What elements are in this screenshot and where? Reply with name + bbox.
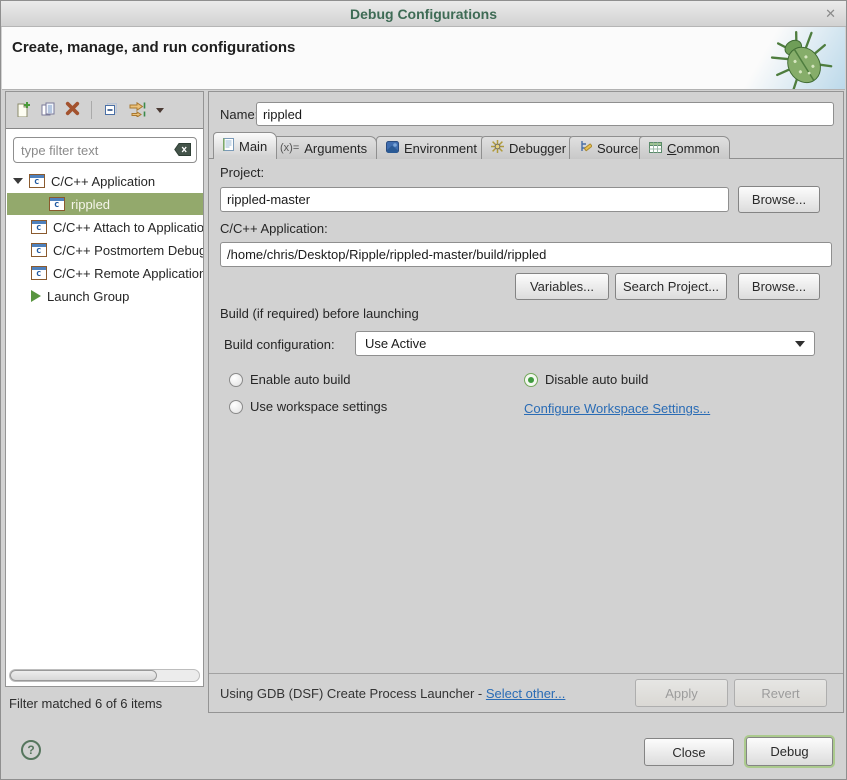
revert-button[interactable]: Revert — [734, 679, 827, 707]
select-other-link[interactable]: Select other... — [486, 686, 566, 701]
environment-tab-icon — [386, 141, 399, 156]
title-bar: Debug Configurations ✕ — [1, 1, 846, 27]
c-application-icon: c — [31, 243, 47, 257]
tree-item-launch-group[interactable]: Launch Group — [7, 285, 203, 307]
application-label: C/C++ Application: — [220, 221, 328, 236]
tab-common[interactable]: Common — [639, 136, 730, 159]
source-tab-icon — [579, 140, 592, 156]
horizontal-scrollbar[interactable] — [9, 669, 200, 682]
tree-item-rippled[interactable]: c rippled — [7, 193, 203, 215]
launch-group-icon — [31, 290, 41, 302]
new-configuration-icon[interactable] — [15, 101, 31, 120]
tab-arguments[interactable]: (x)= Arguments — [270, 136, 377, 159]
search-project-button[interactable]: Search Project... — [615, 273, 727, 300]
arguments-tab-icon: (x)= — [280, 142, 299, 154]
debug-button[interactable]: Debug — [746, 737, 833, 766]
scrollbar-thumb[interactable] — [10, 670, 157, 681]
c-application-icon: c — [29, 174, 45, 188]
expander-down-icon[interactable] — [13, 178, 23, 184]
duplicate-configuration-icon[interactable] — [40, 101, 56, 120]
enable-auto-build-radio[interactable]: Enable auto build — [229, 372, 350, 387]
delete-configuration-icon[interactable] — [65, 101, 80, 119]
collapse-all-icon[interactable] — [103, 101, 119, 120]
filter-field-wrap — [13, 137, 197, 163]
build-configuration-select[interactable]: Use Active — [355, 331, 815, 356]
toolbar-menu-arrow-icon[interactable] — [156, 108, 164, 113]
apply-button[interactable]: Apply — [635, 679, 728, 707]
tab-environment[interactable]: Environment — [376, 136, 487, 159]
dialog-header: Create, manage, and run configurations — [2, 27, 845, 90]
use-workspace-settings-radio[interactable]: Use workspace settings — [229, 399, 387, 414]
name-input[interactable] — [256, 102, 834, 126]
project-input[interactable] — [220, 187, 729, 212]
toolbar-separator — [91, 101, 92, 119]
project-label: Project: — [220, 165, 264, 180]
launcher-separator — [209, 673, 843, 674]
close-button[interactable]: Close — [644, 738, 734, 766]
build-section-label: Build (if required) before launching — [220, 306, 419, 321]
configuration-editor: Name: Main (x)= Arguments — [208, 91, 844, 713]
application-input[interactable] — [220, 242, 832, 267]
project-browse-button[interactable]: Browse... — [738, 186, 820, 213]
close-window-icon[interactable]: ✕ — [825, 6, 836, 22]
chevron-down-icon — [795, 341, 805, 347]
tree-item-attach[interactable]: c C/C++ Attach to Application — [7, 216, 203, 238]
dialog-description: Create, manage, and run configurations — [12, 39, 295, 56]
application-browse-button[interactable]: Browse... — [738, 273, 820, 300]
radio-icon[interactable] — [229, 400, 243, 414]
tree-item-cpp-application[interactable]: c C/C++ Application — [7, 170, 203, 192]
launcher-status: Using GDB (DSF) Create Process Launcher … — [220, 686, 565, 701]
tree-item-postmortem[interactable]: c C/C++ Postmortem Debugger — [7, 239, 203, 261]
tab-bar: Main (x)= Arguments Environment — [209, 132, 843, 159]
sidebar-toolbar — [6, 92, 203, 129]
radio-selected-icon[interactable] — [524, 373, 538, 387]
c-application-icon: c — [31, 220, 47, 234]
clear-filter-icon[interactable] — [174, 143, 191, 159]
variables-button[interactable]: Variables... — [515, 273, 609, 300]
bug-icon — [769, 29, 833, 90]
filter-status: Filter matched 6 of 6 items — [9, 696, 162, 711]
configurations-sidebar: c C/C++ Application c rippled c C/C++ At… — [5, 91, 204, 687]
tab-debugger[interactable]: Debugger — [481, 136, 576, 159]
name-label: Name: — [220, 107, 258, 122]
debug-configurations-dialog: Debug Configurations ✕ Create, manage, a… — [0, 0, 847, 780]
tree-item-remote[interactable]: c C/C++ Remote Application — [7, 262, 203, 284]
common-tab-icon — [649, 141, 662, 156]
filter-configurations-icon[interactable] — [128, 101, 147, 120]
build-configuration-label: Build configuration: — [224, 337, 335, 352]
filter-input[interactable] — [13, 137, 197, 163]
disable-auto-build-radio[interactable]: Disable auto build — [524, 372, 648, 387]
main-tab-icon — [223, 138, 234, 154]
c-application-icon: c — [49, 197, 65, 211]
tab-main[interactable]: Main — [213, 132, 277, 159]
configure-workspace-settings-link[interactable]: Configure Workspace Settings... — [524, 401, 710, 416]
tab-source[interactable]: Source — [569, 136, 648, 159]
radio-icon[interactable] — [229, 373, 243, 387]
help-icon[interactable]: ? — [21, 740, 41, 760]
window-title: Debug Configurations — [1, 6, 846, 22]
c-application-icon: c — [31, 266, 47, 280]
debugger-tab-icon — [491, 140, 504, 156]
